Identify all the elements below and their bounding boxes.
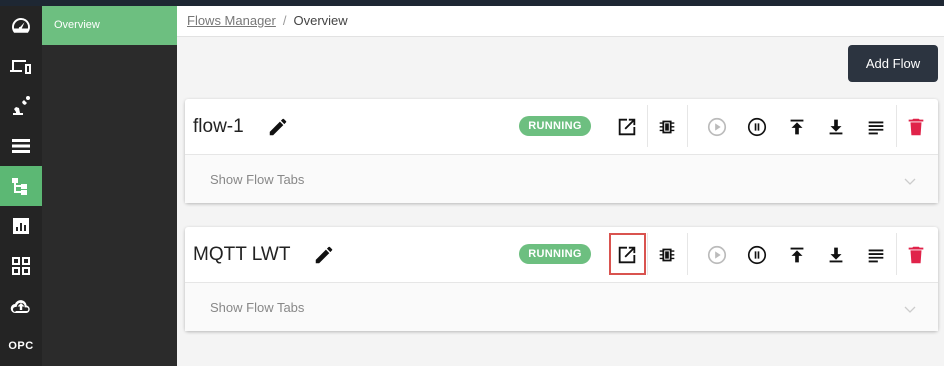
play-icon (707, 117, 727, 137)
breadcrumb-separator: / (282, 13, 287, 28)
nav-cloud[interactable] (0, 286, 42, 326)
opc-label: OPC (8, 340, 34, 352)
flow-logs-button[interactable] (861, 240, 891, 270)
edit-icon[interactable] (267, 116, 289, 138)
divider (687, 233, 688, 275)
flow-logs-button[interactable] (861, 112, 891, 142)
cloud-upload-icon (10, 300, 30, 314)
flow-card-header: MQTT LWT RUNNING (185, 227, 938, 283)
divider (647, 233, 648, 275)
dashboard-icon (12, 17, 31, 33)
trash-icon (908, 246, 924, 264)
flow-card-header: flow-1 RUNNING (185, 99, 938, 155)
breadcrumb-flows-manager[interactable]: Flows Manager (187, 13, 276, 28)
upload-flow-button[interactable] (782, 112, 812, 142)
icon-sidebar: OPC (0, 6, 42, 366)
nav-opc[interactable]: OPC (0, 326, 42, 366)
download-flow-button[interactable] (821, 240, 851, 270)
main-content: Flows Manager / Overview Add Flow flow-1 R… (177, 6, 944, 366)
flow-card: MQTT LWT RUNNING Show Flow Tabs (185, 227, 938, 331)
delete-flow-button[interactable] (901, 112, 931, 142)
flow-card: flow-1 RUNNING Show Flow Tabs (185, 99, 938, 203)
edit-icon[interactable] (313, 244, 335, 266)
chip-icon (659, 120, 675, 134)
apps-grid-icon (12, 257, 30, 275)
status-badge: RUNNING (519, 116, 591, 136)
text-lines-icon (868, 121, 884, 135)
chart-icon (13, 218, 29, 234)
flows-icon (12, 178, 27, 195)
nav-apps[interactable] (0, 246, 42, 286)
add-flow-button[interactable]: Add Flow (848, 45, 938, 82)
pause-flow-button[interactable] (742, 240, 772, 270)
chevron-down-icon (904, 306, 916, 313)
flow-tabs-toggle[interactable]: Show Flow Tabs (185, 283, 938, 331)
divider (896, 105, 897, 147)
robot-arm-icon (13, 96, 30, 115)
download-icon (829, 119, 843, 135)
chip-icon (659, 248, 675, 262)
show-flow-tabs-label: Show Flow Tabs (210, 300, 305, 315)
download-icon (829, 247, 843, 263)
text-lines-icon (868, 249, 884, 263)
upload-icon (790, 247, 804, 263)
nav-robot[interactable] (0, 86, 42, 126)
subnav-item-overview[interactable]: Overview (42, 6, 177, 45)
play-icon (707, 245, 727, 265)
flow-name: MQTT LWT (193, 244, 291, 265)
pause-flow-button[interactable] (742, 112, 772, 142)
flow-tabs-toggle[interactable]: Show Flow Tabs (185, 155, 938, 203)
nav-dashboard[interactable] (0, 6, 42, 46)
flow-resources-button[interactable] (652, 112, 682, 142)
nav-flows[interactable] (0, 166, 42, 206)
list-icon (12, 139, 30, 153)
open-external-icon (618, 118, 636, 136)
divider (896, 233, 897, 275)
download-flow-button[interactable] (821, 112, 851, 142)
show-flow-tabs-label: Show Flow Tabs (210, 172, 305, 187)
nav-charts[interactable] (0, 206, 42, 246)
breadcrumb: Flows Manager / Overview (177, 6, 944, 37)
status-badge: RUNNING (519, 244, 591, 264)
trash-icon (908, 118, 924, 136)
upload-icon (790, 119, 804, 135)
start-flow-button[interactable] (702, 112, 732, 142)
start-flow-button[interactable] (702, 240, 732, 270)
flow-resources-button[interactable] (652, 240, 682, 270)
nav-devices[interactable] (0, 46, 42, 86)
sub-sidebar: Overview (42, 6, 177, 366)
flow-name: flow-1 (193, 116, 244, 137)
pause-icon (747, 245, 767, 265)
open-flow-button[interactable] (612, 112, 642, 142)
delete-flow-button[interactable] (901, 240, 931, 270)
breadcrumb-current: Overview (293, 13, 348, 28)
pause-icon (747, 117, 767, 137)
highlight-box (609, 233, 646, 275)
upload-flow-button[interactable] (782, 240, 812, 270)
divider (647, 105, 648, 147)
nav-list[interactable] (0, 126, 42, 166)
divider (687, 105, 688, 147)
devices-icon (10, 60, 31, 74)
chevron-down-icon (904, 178, 916, 185)
